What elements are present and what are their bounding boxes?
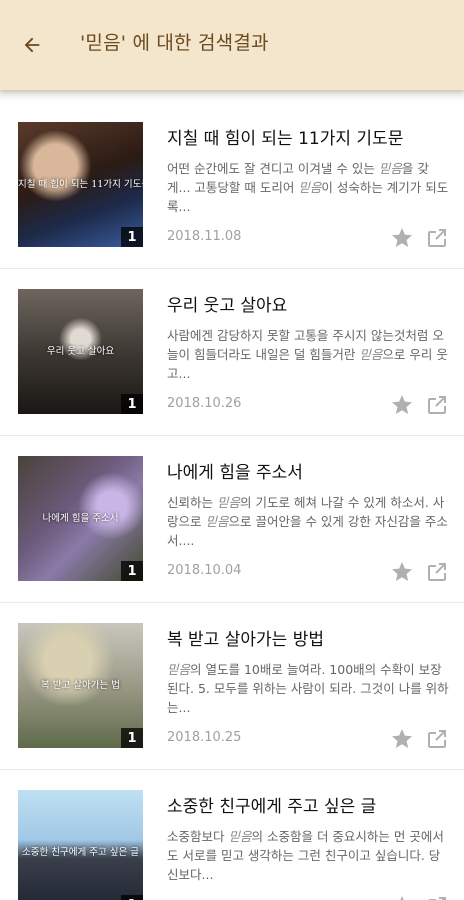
- thumbnail-caption: 우리 웃고 살아요: [46, 346, 115, 357]
- share-icon: [428, 396, 446, 414]
- result-title[interactable]: 나에게 힘을 주소서: [167, 458, 452, 483]
- result-date: 2018.10.26: [167, 396, 242, 411]
- image-count-badge: 1: [121, 561, 143, 581]
- share-icon: [428, 897, 446, 900]
- appbar-shadow: [0, 90, 464, 102]
- highlighted-keyword: 믿음: [298, 180, 322, 195]
- result-item[interactable]: 우리 웃고 살아요 1 우리 웃고 살아요 사람에겐 감당하지 못할 고통을 주시지 …: [0, 269, 464, 436]
- result-thumbnail[interactable]: 복 받고 살아가는 법 1: [18, 623, 143, 748]
- result-item[interactable]: 소중한 친구에게 주고 싶은 글1소중한 친구에게 주고 싶은 글소중함보다 믿…: [0, 770, 464, 900]
- result-excerpt: 소중함보다 믿음의 소중함을 더 중요시하는 먼 곳에서도 서로를 믿고 생각하…: [167, 827, 450, 884]
- highlighted-keyword: 믿음: [167, 662, 191, 677]
- image-count-badge: 1: [121, 394, 143, 414]
- share-button[interactable]: [425, 727, 449, 751]
- result-item[interactable]: 지칠 때 힘이 되는 11가지 기도문 1 지칠 때 힘이 되는 11가지 기도문 어…: [0, 102, 464, 269]
- back-button[interactable]: [14, 27, 50, 63]
- result-excerpt: 사람에겐 감당하지 못할 고통을 주시지 않는것처럼 오늘이 힘들더라도 내일은…: [167, 326, 450, 383]
- result-title[interactable]: 지칠 때 힘이 되는 11가지 기도문: [167, 124, 452, 149]
- result-excerpt: 신뢰하는 믿음의 기도로 헤쳐 나갈 수 있게 하소서. 사랑으로 믿음으로 끌…: [167, 493, 450, 550]
- result-thumbnail[interactable]: 나에게 힘을 주소서 1: [18, 456, 143, 581]
- result-item[interactable]: 복 받고 살아가는 법 1 복 받고 살아가는 방법믿음의 열도를 10배로 늘여라…: [0, 603, 464, 770]
- share-button[interactable]: [425, 894, 449, 900]
- share-icon: [428, 229, 446, 247]
- search-results-list: 지칠 때 힘이 되는 11가지 기도문 1 지칠 때 힘이 되는 11가지 기도문 어…: [0, 102, 464, 900]
- arrow-back-icon: [24, 37, 40, 53]
- image-count-badge: 1: [121, 895, 143, 900]
- image-count-badge: 1: [121, 728, 143, 748]
- excerpt-text: 신뢰하는: [167, 495, 217, 510]
- result-excerpt: 믿음의 열도를 10배로 늘여라. 100배의 수확이 보장된다. 5. 모두를…: [167, 660, 450, 717]
- result-item[interactable]: 나에게 힘을 주소서 1 나에게 힘을 주소서 신뢰하는 믿음의 기도로 헤쳐 나갈 …: [0, 436, 464, 603]
- favorite-button[interactable]: [390, 393, 414, 417]
- star-icon: [392, 729, 412, 748]
- favorite-button[interactable]: [390, 727, 414, 751]
- highlighted-keyword: 믿음: [378, 161, 402, 176]
- share-icon: [428, 730, 446, 748]
- image-count-badge: 1: [121, 227, 143, 247]
- thumbnail-caption: 지칠 때 힘이 되는 11가지 기도문: [18, 179, 143, 190]
- share-button[interactable]: [425, 560, 449, 584]
- share-button[interactable]: [425, 226, 449, 250]
- share-button[interactable]: [425, 393, 449, 417]
- highlighted-keyword: 믿음: [205, 514, 229, 529]
- thumbnail-caption: 복 받고 살아가는 법: [41, 680, 120, 691]
- result-title[interactable]: 소중한 친구에게 주고 싶은 글: [167, 792, 452, 817]
- app-bar: '믿음' 에 대한 검색결과: [0, 0, 464, 90]
- favorite-button[interactable]: [390, 226, 414, 250]
- result-date: 2018.10.25: [167, 730, 242, 745]
- highlighted-keyword: 믿음: [216, 495, 240, 510]
- result-excerpt: 어떤 순간에도 잘 견디고 이겨낼 수 있는 믿음을 갖게... 고통당할 때 …: [167, 159, 450, 216]
- share-icon: [428, 563, 446, 581]
- thumbnail-caption: 소중한 친구에게 주고 싶은 글: [22, 847, 139, 858]
- page-title: '믿음' 에 대한 검색결과: [80, 32, 269, 54]
- highlighted-keyword: 믿음: [228, 829, 252, 844]
- favorite-button[interactable]: [390, 560, 414, 584]
- star-icon: [400, 896, 404, 900]
- result-date: 2018.11.08: [167, 229, 242, 244]
- excerpt-text: 어떤 순간에도 잘 견디고 이겨낼 수 있는: [167, 161, 379, 176]
- result-date: 2018.10.04: [167, 563, 242, 578]
- excerpt-text: 소중함보다: [167, 829, 229, 844]
- thumbnail-caption: 나에게 힘을 주소서: [42, 513, 119, 524]
- result-title[interactable]: 우리 웃고 살아요: [167, 291, 452, 316]
- result-thumbnail[interactable]: 우리 웃고 살아요 1: [18, 289, 143, 414]
- star-icon: [392, 562, 412, 581]
- highlighted-keyword: 믿음: [359, 347, 383, 362]
- result-thumbnail[interactable]: 소중한 친구에게 주고 싶은 글 1: [18, 790, 143, 900]
- result-title[interactable]: 복 받고 살아가는 방법: [167, 625, 452, 650]
- star-icon: [392, 395, 412, 414]
- result-thumbnail[interactable]: 지칠 때 힘이 되는 11가지 기도문 1: [18, 122, 143, 247]
- favorite-button[interactable]: [390, 894, 414, 900]
- excerpt-text: 의 열도를 10배로 늘여라. 100배의 수확이 보장된다. 5. 모두를 위…: [167, 662, 449, 715]
- star-icon: [392, 228, 412, 247]
